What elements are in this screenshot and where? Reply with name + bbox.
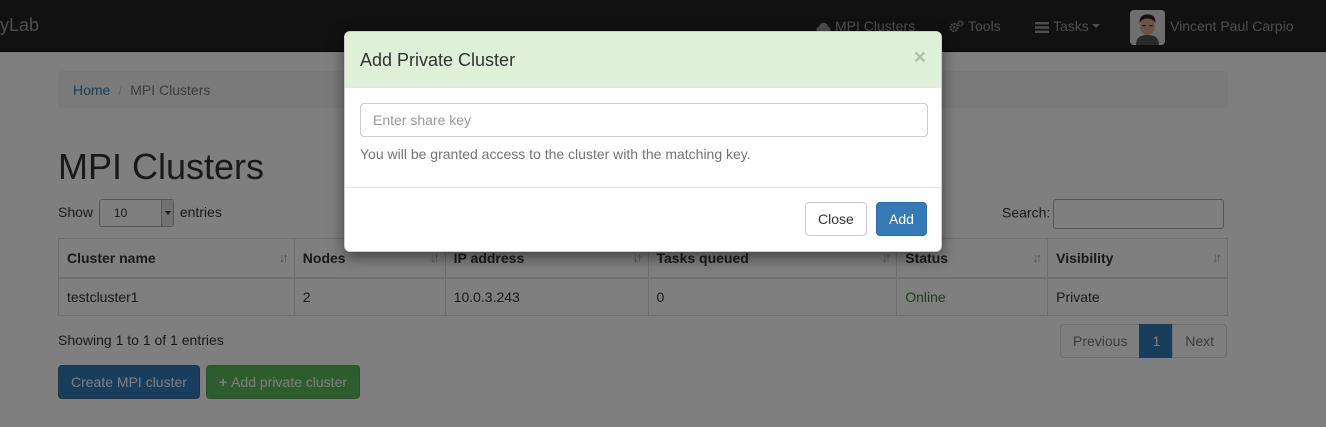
modal-close-button[interactable]: Close bbox=[805, 202, 867, 236]
modal-header: Add Private Cluster × bbox=[345, 32, 941, 88]
add-private-cluster-modal: Add Private Cluster × You will be grante… bbox=[344, 31, 942, 252]
modal-title: Add Private Cluster bbox=[360, 50, 516, 70]
share-key-input[interactable] bbox=[360, 103, 928, 137]
modal-body: You will be granted access to the cluste… bbox=[345, 88, 941, 188]
modal-add-button[interactable]: Add bbox=[876, 202, 927, 236]
close-icon[interactable]: × bbox=[914, 47, 926, 68]
share-key-help-text: You will be granted access to the cluste… bbox=[360, 146, 751, 162]
